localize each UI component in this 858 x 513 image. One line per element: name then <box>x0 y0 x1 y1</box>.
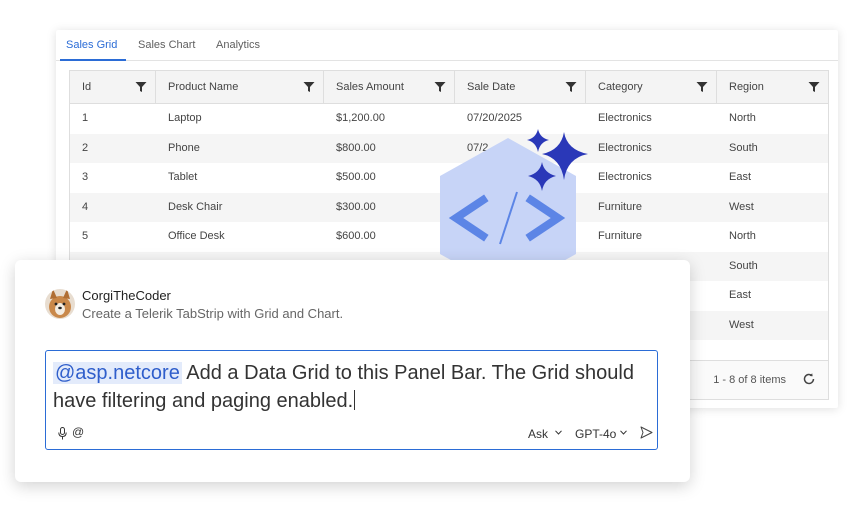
table-cell: East <box>729 171 752 183</box>
table-cell: Furniture <box>598 230 643 242</box>
tab-sales-chart[interactable]: Sales Chart <box>138 39 195 51</box>
table-cell: West <box>729 200 754 213</box>
table-cell: South <box>729 141 758 154</box>
table-cell: $600.00 <box>336 230 376 242</box>
column-header[interactable]: Id <box>70 71 156 103</box>
table-cell: 4 <box>82 200 89 213</box>
table-cell: Tablet <box>168 171 198 183</box>
table-cell: 1 <box>82 112 89 124</box>
table-cell: 2 <box>82 141 89 154</box>
column-header-label: Region <box>729 81 764 93</box>
column-header-label: Sales Amount <box>336 81 404 93</box>
table-cell: Electronics <box>598 141 652 154</box>
ai-chat-card: CorgiTheCoder Create a Telerik TabStrip … <box>15 260 690 482</box>
user-avatar <box>45 289 75 319</box>
mode-dropdown[interactable]: Ask <box>528 427 548 441</box>
pager-info: 1 - 8 of 8 items <box>713 374 786 386</box>
table-cell: South <box>729 259 758 272</box>
username: CorgiTheCoder <box>82 288 171 303</box>
table-cell: North <box>729 112 756 124</box>
table-cell: 07/20/2025 <box>467 112 523 124</box>
tab-bar: Sales Grid Sales Chart Analytics <box>56 30 838 61</box>
refresh-icon[interactable] <box>802 372 816 386</box>
table-cell: $500.00 <box>336 171 376 183</box>
table-cell: Office Desk <box>168 230 225 242</box>
table-cell: 3 <box>82 171 89 183</box>
filter-icon[interactable] <box>808 81 820 93</box>
prompt-text[interactable]: @asp.netcore Add a Data Grid to this Pan… <box>53 359 648 415</box>
chevron-down-icon[interactable] <box>555 430 562 435</box>
tab-sales-grid[interactable]: Sales Grid <box>66 39 117 51</box>
table-cell: Desk Chair <box>168 200 223 213</box>
prompt-input[interactable]: @asp.netcore Add a Data Grid to this Pan… <box>45 350 658 450</box>
chevron-down-icon[interactable] <box>620 430 627 435</box>
column-header-label: Category <box>598 81 643 93</box>
table-cell: Electronics <box>598 171 652 183</box>
filter-icon[interactable] <box>434 81 446 93</box>
table-cell: Electronics <box>598 112 652 124</box>
column-header-label: Sale Date <box>467 81 516 93</box>
mention-tag[interactable]: @asp.netcore <box>53 362 182 384</box>
tab-analytics[interactable]: Analytics <box>216 39 260 51</box>
table-cell: Laptop <box>168 112 202 124</box>
column-header[interactable]: Product Name <box>156 71 324 103</box>
column-header[interactable]: Category <box>586 71 717 103</box>
active-tab-indicator <box>60 59 126 61</box>
table-cell: $300.00 <box>336 200 376 213</box>
send-icon[interactable] <box>640 426 653 439</box>
table-cell: Phone <box>168 141 200 154</box>
filter-icon[interactable] <box>135 81 147 93</box>
filter-icon[interactable] <box>565 81 577 93</box>
filter-icon[interactable] <box>303 81 315 93</box>
filter-icon[interactable] <box>696 81 708 93</box>
table-cell: Furniture <box>598 200 643 213</box>
table-cell: $1,200.00 <box>336 112 385 124</box>
text-caret <box>354 390 356 410</box>
column-header[interactable]: Region <box>717 71 828 103</box>
column-header-label: Product Name <box>168 81 239 93</box>
conversation-subtitle: Create a Telerik TabStrip with Grid and … <box>82 306 344 321</box>
table-cell: $800.00 <box>336 141 376 154</box>
table-cell: 5 <box>82 230 89 242</box>
column-header[interactable]: Sale Date <box>455 71 586 103</box>
model-dropdown[interactable]: GPT-4o <box>575 427 616 441</box>
column-header-label: Id <box>82 81 92 93</box>
column-header[interactable]: Sales Amount <box>324 71 455 103</box>
mention-at-icon[interactable]: @ <box>72 425 84 439</box>
table-cell: North <box>729 230 756 242</box>
table-cell: West <box>729 318 754 331</box>
microphone-icon[interactable] <box>58 427 67 440</box>
table-cell: East <box>729 289 752 301</box>
grid-header: Id Product Name Sales Amount Sale Date Categ… <box>70 71 828 104</box>
